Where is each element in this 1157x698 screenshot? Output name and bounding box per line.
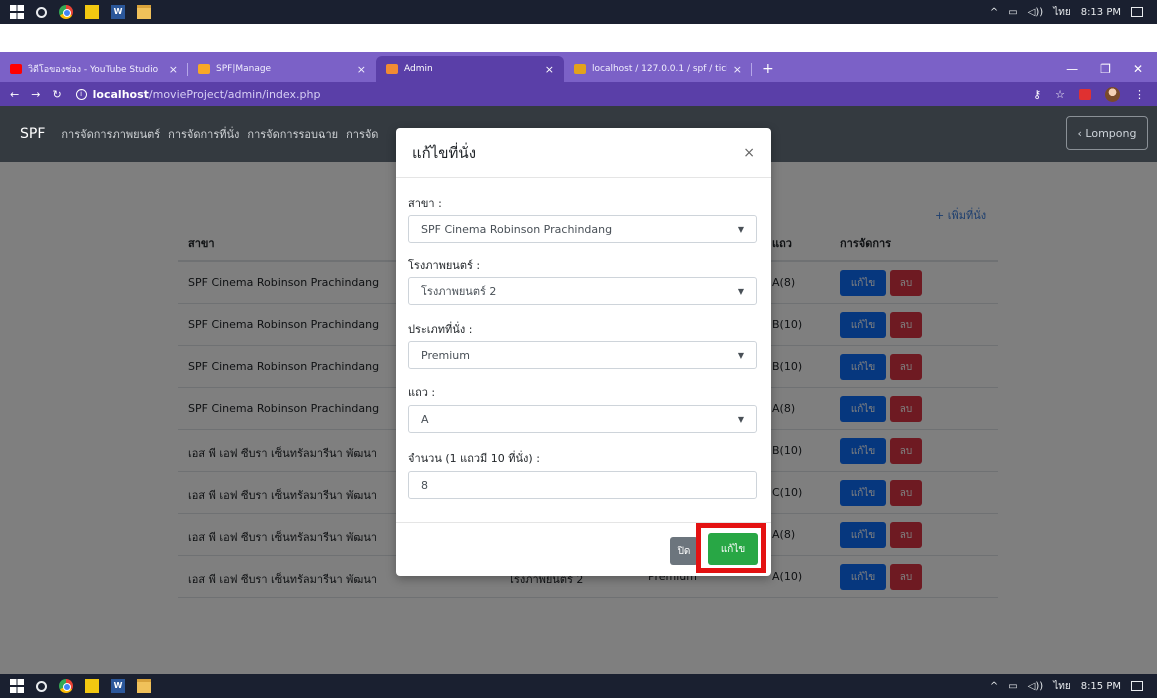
star-icon[interactable]: ☆	[1055, 88, 1065, 101]
user-button[interactable]: ‹ Lompong	[1066, 116, 1148, 150]
edit-seat-modal: แก้ไขที่นั่ง × สาขา : SPF Cinema Robinso…	[396, 128, 771, 576]
tab-title: Admin	[404, 64, 433, 74]
close-tab-icon[interactable]: ×	[357, 63, 366, 76]
search-icon[interactable]	[36, 680, 47, 692]
modal-body: สาขา : SPF Cinema Robinson Prachindang ▼ …	[396, 178, 771, 522]
windows-start-icon[interactable]	[10, 5, 24, 19]
row-select[interactable]: A ▼	[408, 405, 757, 433]
tab-title: วิดีโอของช่อง - YouTube Studio	[28, 65, 159, 75]
tray-chevron-icon[interactable]: ^	[990, 681, 998, 692]
tray-chevron-icon[interactable]: ^	[990, 7, 998, 18]
browser-tabstrip: วิดีโอของช่อง - YouTube Studio × SPF|Man…	[0, 52, 1157, 82]
volume-icon[interactable]: ◁))	[1028, 681, 1044, 692]
modal-footer: ปิด แก้ไข	[396, 522, 771, 576]
brand[interactable]: SPF	[0, 126, 57, 142]
theater-label: โรงภาพยนตร์ :	[408, 259, 481, 272]
seat-type-value: Premium	[421, 348, 470, 362]
count-input[interactable]: 8	[408, 471, 757, 499]
tab-admin[interactable]: Admin ×	[376, 56, 564, 82]
chrome-icon[interactable]	[59, 679, 73, 693]
chevron-down-icon: ▼	[737, 224, 744, 234]
site-icon	[198, 64, 210, 74]
nav-seats[interactable]: การจัดการที่นั่ง	[164, 125, 243, 143]
extension-icon[interactable]	[1079, 88, 1091, 100]
search-icon[interactable]	[36, 6, 47, 18]
info-icon[interactable]: i	[75, 88, 87, 100]
url-field[interactable]: i localhost/movieProject/admin/index.php	[75, 87, 321, 101]
save-button[interactable]: แก้ไข	[708, 533, 758, 565]
chevron-down-icon: ▼	[737, 414, 744, 424]
address-bar: ← → ↻ i localhost/movieProject/admin/ind…	[0, 82, 1157, 106]
tab-title: SPF|Manage	[216, 64, 272, 74]
clock[interactable]: 8:15 PM	[1081, 681, 1121, 692]
clock[interactable]: 8:13 PM	[1081, 7, 1121, 18]
battery-icon[interactable]: ▭	[1008, 681, 1017, 692]
modal-title: แก้ไขที่นั่ง	[412, 143, 477, 162]
tab-title: localhost / 127.0.0.1 / spf / ticket	[592, 64, 727, 74]
close-icon[interactable]: ×	[743, 145, 755, 161]
minimize-icon[interactable]: —	[1066, 62, 1078, 76]
theater-value: โรงภาพยนตร์ 2	[421, 285, 497, 298]
file-explorer-icon[interactable]	[137, 5, 151, 19]
branch-select[interactable]: SPF Cinema Robinson Prachindang ▼	[408, 215, 757, 243]
seat-type-label: ประเภทที่นั่ง :	[408, 323, 473, 336]
close-tab-icon[interactable]: ×	[169, 63, 178, 76]
word-icon[interactable]: W	[111, 679, 125, 693]
chevron-down-icon: ▼	[737, 286, 744, 296]
count-value: 8	[421, 478, 428, 492]
windows-start-icon[interactable]	[10, 679, 24, 693]
chevron-down-icon: ▼	[737, 350, 744, 360]
row-label: แถว :	[408, 386, 436, 399]
url-path: /movieProject/admin/index.php	[148, 87, 321, 101]
forward-icon[interactable]: →	[31, 88, 40, 101]
close-button[interactable]: ปิด	[670, 537, 698, 565]
close-tab-icon[interactable]: ×	[733, 63, 742, 76]
screenshot-gap	[0, 24, 1157, 52]
menu-icon[interactable]: ⋮	[1134, 88, 1145, 101]
volume-icon[interactable]: ◁))	[1028, 7, 1044, 18]
key-icon[interactable]: ⚷	[1033, 88, 1041, 101]
new-tab-button[interactable]: +	[752, 56, 784, 82]
chrome-icon[interactable]	[59, 5, 73, 19]
branch-value: SPF Cinema Robinson Prachindang	[421, 222, 613, 236]
phpmyadmin-icon	[574, 64, 586, 74]
tab-spf-manage[interactable]: SPF|Manage ×	[188, 56, 376, 82]
nav-movies[interactable]: การจัดการภาพยนตร์	[57, 125, 164, 143]
youtube-icon	[10, 64, 22, 74]
file-explorer-icon[interactable]	[137, 679, 151, 693]
maximize-icon[interactable]: ❐	[1100, 62, 1111, 76]
back-icon[interactable]: ←	[10, 88, 19, 101]
sticky-notes-icon[interactable]	[85, 5, 99, 19]
seat-type-select[interactable]: Premium ▼	[408, 341, 757, 369]
notification-icon[interactable]	[1131, 681, 1143, 691]
row-value: A	[421, 412, 429, 426]
language-indicator[interactable]: ไทย	[1053, 5, 1070, 20]
url-host: localhost	[92, 87, 149, 101]
word-icon[interactable]: W	[111, 5, 125, 19]
notification-icon[interactable]	[1131, 7, 1143, 17]
close-window-icon[interactable]: ✕	[1133, 62, 1143, 76]
screenshot-root: W ^ ▭ ◁)) ไทย 8:13 PM วิดีโอของช่อง - Yo…	[0, 0, 1157, 698]
theater-select[interactable]: โรงภาพยนตร์ 2 ▼	[408, 277, 757, 305]
close-tab-icon[interactable]: ×	[545, 63, 554, 76]
nav-more[interactable]: การจัด	[342, 125, 382, 143]
nav-showtimes[interactable]: การจัดการรอบฉาย	[243, 125, 342, 143]
profile-avatar[interactable]	[1105, 86, 1120, 102]
count-label: จำนวน (1 แถวมี 10 ที่นั่ง) :	[408, 452, 540, 465]
battery-icon[interactable]: ▭	[1008, 7, 1017, 18]
reload-icon[interactable]: ↻	[52, 88, 61, 101]
language-indicator[interactable]: ไทย	[1053, 679, 1070, 694]
tab-phpmyadmin[interactable]: localhost / 127.0.0.1 / spf / ticket ×	[564, 56, 752, 82]
tab-youtube-studio[interactable]: วิดีโอของช่อง - YouTube Studio ×	[0, 56, 188, 82]
taskbar-bottom: W ^ ▭ ◁)) ไทย 8:15 PM	[0, 674, 1157, 698]
taskbar-top: W ^ ▭ ◁)) ไทย 8:13 PM	[0, 0, 1157, 24]
branch-label: สาขา :	[408, 197, 442, 210]
site-icon	[386, 64, 398, 74]
sticky-notes-icon[interactable]	[85, 679, 99, 693]
